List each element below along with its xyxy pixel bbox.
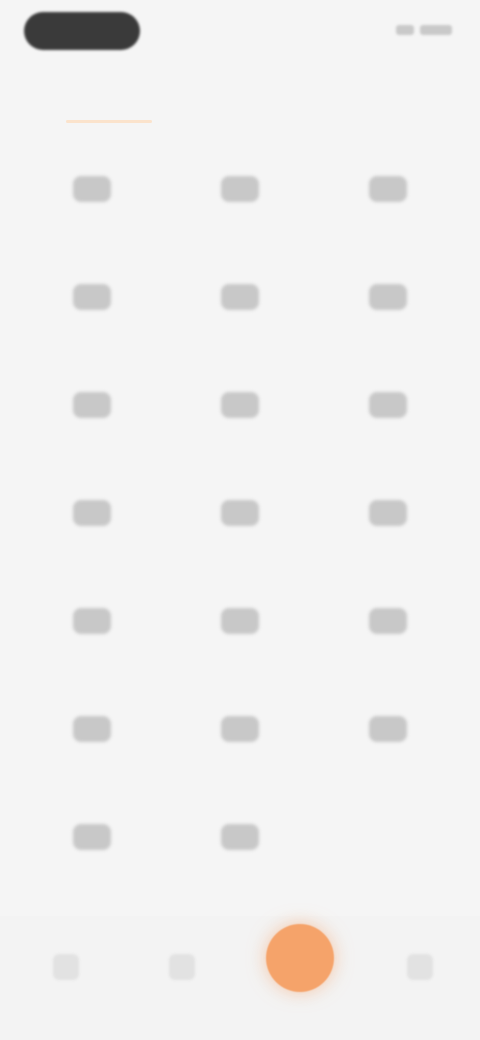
signal-icon: [396, 25, 414, 35]
bottom-tab-bar: [0, 916, 480, 1040]
feature-icon: [221, 176, 259, 202]
feature-icon: [221, 716, 259, 742]
feature-icon: [73, 608, 111, 634]
feature-icon: [73, 284, 111, 310]
grid-item[interactable]: [314, 572, 462, 680]
tab-indicator: [66, 120, 152, 123]
grid-item[interactable]: [166, 464, 314, 572]
grid-item[interactable]: [18, 572, 166, 680]
home-icon: [53, 954, 79, 980]
grid-item[interactable]: [18, 788, 166, 896]
grid-item[interactable]: [166, 140, 314, 248]
profile-icon: [407, 954, 433, 980]
feature-icon: [369, 716, 407, 742]
feature-icon: [73, 824, 111, 850]
grid-item[interactable]: [314, 248, 462, 356]
grid-item[interactable]: [18, 464, 166, 572]
grid-item[interactable]: [18, 140, 166, 248]
grid-item[interactable]: [18, 680, 166, 788]
status-bar: [0, 0, 480, 66]
feature-icon: [369, 176, 407, 202]
app-screen: [0, 0, 480, 1040]
grid-item[interactable]: [314, 140, 462, 248]
grid-item[interactable]: [166, 356, 314, 464]
feature-icon: [221, 824, 259, 850]
grid-item[interactable]: [314, 464, 462, 572]
grid-item[interactable]: [314, 680, 462, 788]
grid-item[interactable]: [18, 356, 166, 464]
feature-icon: [369, 284, 407, 310]
feature-icon: [221, 392, 259, 418]
feature-icon: [221, 500, 259, 526]
top-pill-button[interactable]: [24, 12, 140, 50]
grid-item[interactable]: [18, 248, 166, 356]
feature-icon: [369, 392, 407, 418]
apps-icon: [169, 954, 195, 980]
grid-item[interactable]: [166, 788, 314, 896]
feature-icon: [221, 284, 259, 310]
feature-icon: [369, 608, 407, 634]
feature-icon: [221, 608, 259, 634]
tab-profile[interactable]: [390, 954, 450, 1014]
feature-icon: [73, 716, 111, 742]
status-indicators: [392, 20, 452, 40]
grid-item[interactable]: [166, 572, 314, 680]
tab-apps[interactable]: [152, 954, 212, 1014]
feature-icon: [73, 392, 111, 418]
feature-icon: [73, 176, 111, 202]
tab-home[interactable]: [36, 954, 96, 1014]
grid-item[interactable]: [166, 248, 314, 356]
feature-grid: [18, 140, 462, 896]
add-button[interactable]: [266, 924, 334, 992]
page-header: [0, 66, 480, 136]
grid-item[interactable]: [314, 356, 462, 464]
feature-icon: [73, 500, 111, 526]
feature-icon: [369, 500, 407, 526]
battery-icon: [420, 25, 452, 35]
grid-item[interactable]: [166, 680, 314, 788]
